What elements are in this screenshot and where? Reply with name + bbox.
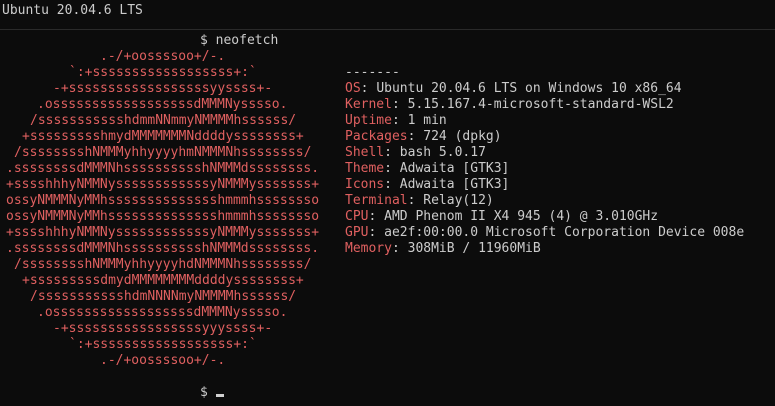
logo-line: .-/+oossssoo+/-. xyxy=(100,49,226,64)
info-row: Kernel: 5.15.167.4-microsoft-standard-WS… xyxy=(345,97,674,112)
terminal-output[interactable]: $ neofetch .-/+oossssoo+/-. `:+ssssssssss… xyxy=(0,31,775,406)
logo-line: .ossssssssssssssssssdMMMNysssso. xyxy=(37,305,288,320)
info-key: Terminal xyxy=(345,193,408,208)
info-key: Icons xyxy=(345,177,385,192)
command-line: $ neofetch xyxy=(200,33,278,49)
logo-line: .ossssssssssssssssssdMMMNysssso. xyxy=(37,97,288,112)
prompt-symbol: $ xyxy=(200,33,208,48)
prompt-line[interactable]: $ xyxy=(200,385,224,401)
info-row: GPU: ae2f:00:00.0 Microsoft Corporation … xyxy=(345,225,745,240)
info-row: Shell: bash 5.0.17 xyxy=(345,145,486,160)
info-key: Uptime xyxy=(345,113,392,128)
logo-line: +sssshhhyNMMNyssssssssssssyNMMMysssssss+ xyxy=(6,177,320,192)
info-row: Packages: 724 (dpkg) xyxy=(345,129,502,144)
info-value: Adwaita [GTK3] xyxy=(399,177,510,192)
logo-line: /ssssssssssshdmNNNNmyNMMMMhssssss/ xyxy=(30,289,297,304)
logo-line: /sssssssshNMMMyhhyyyyhmNMMMNhssssssss/ xyxy=(14,145,312,160)
info-value: 1 min xyxy=(407,113,447,128)
logo-line: `:+ssssssssssssssssss+:` xyxy=(69,65,257,80)
info-key: Packages xyxy=(345,129,408,144)
logo-line: -+ssssssssssssssssssyyssss+- xyxy=(53,81,273,96)
info-value: ae2f:00:00.0 Microsoft Corporation Devic… xyxy=(384,225,745,240)
info-key: OS xyxy=(345,81,361,96)
info-row: Uptime: 1 min xyxy=(345,113,447,128)
prompt-symbol: $ xyxy=(200,385,208,400)
info-value: 724 (dpkg) xyxy=(423,129,502,144)
command-text: neofetch xyxy=(215,33,279,48)
logo-line: +sssssssssdmydMMMMMMMMddddyssssssss+ xyxy=(22,273,304,288)
logo-line: /sssssssshNMMMyhhyyyyhdNMMMNhssssssss/ xyxy=(14,257,312,272)
logo-line: /ssssssssssshdmmNNmmyNMMMMhssssss/ xyxy=(30,113,297,128)
logo-line: ossyNMMMNyMMhsssssssssssssshmmmhssssssso xyxy=(6,209,320,224)
logo-line: .-/+oossssoo+/-. xyxy=(100,353,226,368)
info-row: Theme: Adwaita [GTK3] xyxy=(345,161,510,176)
logo-line: .ssssssssdMMMNhsssssssssshNMMMdssssssss. xyxy=(6,241,320,256)
info-row: Terminal: Relay(12) xyxy=(345,193,494,208)
info-row: OS: Ubuntu 20.04.6 LTS on Windows 10 x86… xyxy=(345,81,682,96)
info-row: Memory: 308MiB / 11960MiB xyxy=(345,241,541,256)
logo-line: +ssssssssshmydMMMMMMMNddddyssssssss+ xyxy=(22,129,304,144)
info-key: Theme xyxy=(345,161,385,176)
info-value: Ubuntu 20.04.6 LTS on Windows 10 x86_64 xyxy=(376,81,682,96)
info-value: Adwaita [GTK3] xyxy=(399,161,510,176)
info-row: CPU: AMD Phenom II X4 945 (4) @ 3.010GHz xyxy=(345,209,659,224)
info-key: Kernel xyxy=(345,97,392,112)
logo-line: +sssshhhyNMMNyssssssssssssyNMMMysssssss+ xyxy=(6,225,320,240)
info-value: AMD Phenom II X4 945 (4) @ 3.010GHz xyxy=(384,209,659,224)
info-key: CPU xyxy=(345,209,369,224)
info-key: Memory xyxy=(345,241,392,256)
titlebar-divider xyxy=(0,29,775,30)
info-value: bash 5.0.17 xyxy=(399,145,486,160)
info-value: 5.15.167.4-microsoft-standard-WSL2 xyxy=(407,97,674,112)
info-separator: ------- xyxy=(345,65,400,80)
info-key: GPU xyxy=(345,225,369,240)
info-value: Relay(12) xyxy=(423,193,494,208)
logo-line: .ssssssssdMMMNhsssssssssshNMMMdssssssss. xyxy=(6,161,320,176)
window-title: Ubuntu 20.04.6 LTS xyxy=(2,3,143,18)
text-cursor xyxy=(215,394,224,397)
logo-line: -+sssssssssssssssssyyyssss+- xyxy=(53,321,273,336)
info-row: Icons: Adwaita [GTK3] xyxy=(345,177,510,192)
logo-line: `:+ssssssssssssssssss+:` xyxy=(69,337,257,352)
info-key: Shell xyxy=(345,145,385,160)
info-value: 308MiB / 11960MiB xyxy=(407,241,541,256)
window-titlebar[interactable]: Ubuntu 20.04.6 LTS xyxy=(0,0,775,30)
logo-line: ossyNMMMNyMMhsssssssssssssshmmmhssssssso xyxy=(6,193,320,208)
